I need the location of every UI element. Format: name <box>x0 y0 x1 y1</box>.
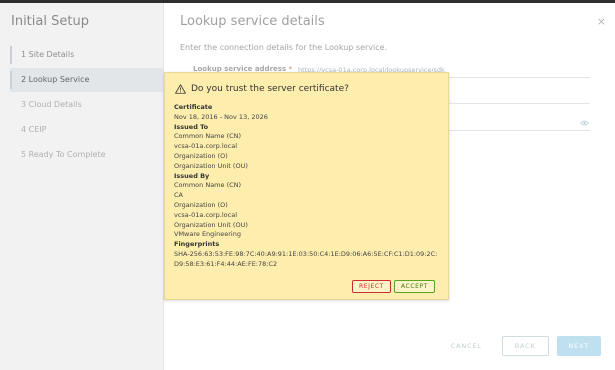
next-button[interactable]: NEXT <box>556 336 601 356</box>
certificate-validity: Nov 18, 2016 - Nov 13, 2026 <box>174 112 268 121</box>
issued-by-line: VMware Engineering <box>174 230 241 239</box>
warning-icon <box>175 84 186 94</box>
page-description: Enter the connection details for the Loo… <box>180 43 388 52</box>
step-site-details[interactable]: 1 Site Details <box>10 43 164 67</box>
issued-to-line: Common Name (CN) <box>174 132 242 141</box>
issued-by-line: Organization (O) <box>174 200 228 209</box>
step-ceip[interactable]: 4 CEIP <box>10 118 164 142</box>
issued-by-line: Common Name (CN) <box>174 181 242 190</box>
issued-to-line: Organization (O) <box>174 151 228 160</box>
step-cloud-details[interactable]: 3 Cloud Details <box>10 93 164 117</box>
wizard-sidebar: Initial Setup 1 Site Details 2 Lookup Se… <box>0 3 164 370</box>
dialog-header: Do you trust the server certificate? <box>175 84 349 94</box>
issued-to-line: Organization Unit (OU) <box>174 161 248 170</box>
accept-button[interactable]: ACCEPT <box>393 280 435 293</box>
fingerprint-value: SHA-256:63:53:FE:98:7C:40:A9:91:1E:03:50… <box>174 249 438 268</box>
step-lookup-service[interactable]: 2 Lookup Service <box>10 68 164 92</box>
wizard-footer: CANCEL BACK NEXT <box>439 336 601 356</box>
eye-icon[interactable] <box>580 120 589 126</box>
certificate-heading: Certificate <box>174 103 213 111</box>
issued-to-line: vcsa-01a.corp.local <box>174 142 238 151</box>
dialog-actions: REJECT ACCEPT <box>351 280 435 293</box>
issued-by-heading: Issued By <box>174 171 210 180</box>
wizard-steps: 1 Site Details 2 Lookup Service 3 Cloud … <box>10 43 164 168</box>
issued-to-heading: Issued To <box>174 122 209 131</box>
cancel-button[interactable]: CANCEL <box>439 336 494 356</box>
dialog-title: Do you trust the server certificate? <box>191 84 349 94</box>
close-icon[interactable]: × <box>597 15 606 28</box>
issued-by-line: CA <box>174 191 183 200</box>
issued-by-line: vcsa-01a.corp.local <box>174 210 238 219</box>
wizard-title: Initial Setup <box>11 14 89 29</box>
issued-by-line: Organization Unit (OU) <box>174 220 248 229</box>
back-button[interactable]: BACK <box>501 336 549 356</box>
certificate-details: Certificate Nov 18, 2016 - Nov 13, 2026 … <box>174 103 442 270</box>
fingerprints-heading: Fingerprints <box>174 240 220 249</box>
page-title: Lookup service details <box>180 14 325 29</box>
trust-certificate-dialog: Do you trust the server certificate? Cer… <box>164 72 449 300</box>
step-ready-to-complete[interactable]: 5 Ready To Complete <box>10 143 164 167</box>
reject-button[interactable]: REJECT <box>351 280 391 293</box>
